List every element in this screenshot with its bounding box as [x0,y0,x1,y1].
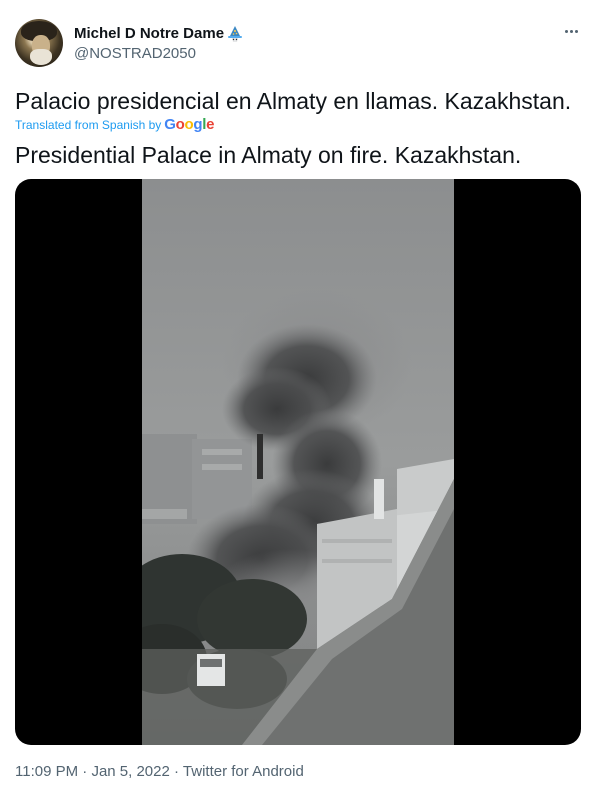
tweet-footer: 11:09 PM · Jan 5, 2022 · Twitter for And… [15,762,304,782]
tweet-video[interactable] [15,179,581,745]
video-frame [142,179,454,745]
separator: · [78,763,92,780]
author-display-name[interactable]: Michel D Notre Dame [74,25,224,43]
more-options-icon[interactable] [560,20,582,42]
avatar-beard-shape [30,49,52,65]
tweet-source[interactable]: Twitter for Android [183,763,304,780]
separator: · [169,763,183,780]
tweet-text-translated: Presidential Palace in Almaty on fire. K… [15,142,522,168]
author-handle[interactable]: @NOSTRAD2050 [74,45,196,63]
tweet-time[interactable]: 11:09 PM [15,763,78,780]
author-name-row[interactable]: Michel D Notre Dame [74,25,244,43]
wizard-emoji-icon [228,26,243,42]
translation-note: Translated from Spanish by [15,118,162,132]
tweet-text-original: Palacio presidencial en Almaty en llamas… [15,88,572,114]
translation-attribution[interactable]: Translated from Spanish by Google [15,116,215,134]
avatar[interactable] [15,19,63,67]
tweet-date[interactable]: Jan 5, 2022 [91,763,169,780]
google-logo: Google [164,116,215,133]
